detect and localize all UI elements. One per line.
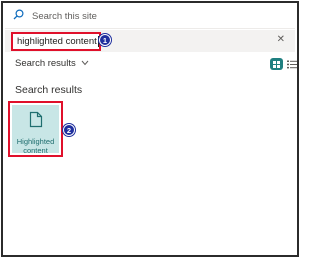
- result-tile-label: Highlighted content: [17, 137, 55, 155]
- close-icon[interactable]: ✕: [277, 35, 285, 45]
- search-icon: [13, 7, 24, 25]
- results-heading: Search results: [15, 84, 83, 96]
- document-icon: [29, 111, 43, 133]
- result-tile-body: Highlighted content: [12, 105, 59, 155]
- step-badge-1: 1: [99, 34, 111, 46]
- scope-dropdown[interactable]: Search results: [15, 58, 89, 69]
- list-view-icon[interactable]: [286, 58, 298, 70]
- search-panel: Search this site highlighted content ✕ 1…: [1, 1, 299, 257]
- result-label-line1: Highlighted: [16, 137, 55, 146]
- chevron-down-icon: [81, 58, 89, 69]
- view-toggles: [270, 58, 298, 70]
- search-input[interactable]: highlighted content: [11, 32, 101, 51]
- query-row: highlighted content ✕: [5, 30, 295, 52]
- site-search-bar[interactable]: Search this site: [7, 6, 297, 26]
- result-tile-highlighted-content[interactable]: Highlighted content: [8, 101, 63, 157]
- step-badge-2: 2: [63, 124, 75, 136]
- scope-label: Search results: [15, 58, 76, 69]
- grid-view-icon[interactable]: [270, 58, 283, 70]
- search-input-value: highlighted content: [17, 36, 97, 47]
- result-label-line2: content: [23, 146, 48, 155]
- site-search-placeholder: Search this site: [32, 10, 97, 22]
- divider: [5, 28, 295, 29]
